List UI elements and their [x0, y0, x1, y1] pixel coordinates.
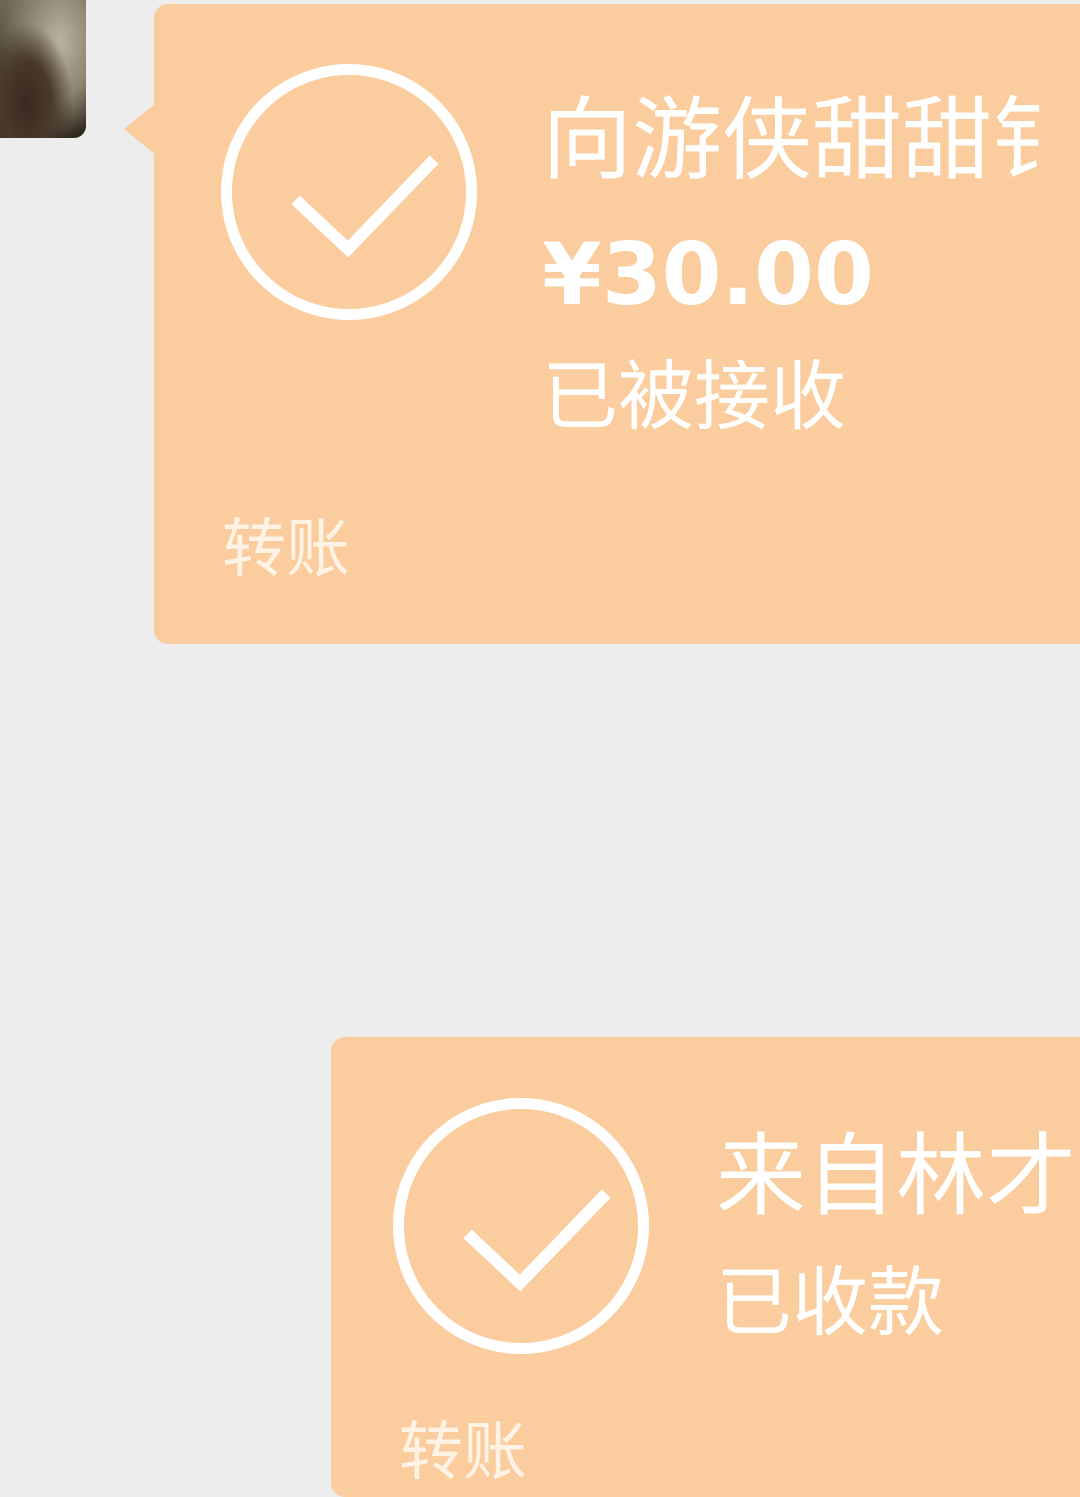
transfer-label: 转账 — [399, 1416, 527, 1490]
transfer-amount: ¥30.00 — [542, 225, 874, 325]
transfer-bubble-received[interactable]: 来自林才 已收款 转账 — [331, 1037, 1080, 1497]
check-circle-icon — [221, 64, 477, 320]
transfer-status: 已被接收 — [542, 352, 846, 441]
transfer-sender-title: 来自林才 — [716, 1124, 1076, 1229]
transfer-status: 已收款 — [716, 1258, 944, 1347]
transfer-label: 转账 — [222, 513, 350, 587]
bubble-tail — [124, 103, 156, 155]
transfer-recipient-title: 向游侠甜甜钅 — [542, 88, 1080, 193]
check-circle-icon — [393, 1098, 649, 1354]
transfer-bubble-sent[interactable]: 向游侠甜甜钅 ¥30.00 已被接收 转账 — [124, 4, 1080, 644]
sender-avatar[interactable] — [0, 0, 86, 138]
